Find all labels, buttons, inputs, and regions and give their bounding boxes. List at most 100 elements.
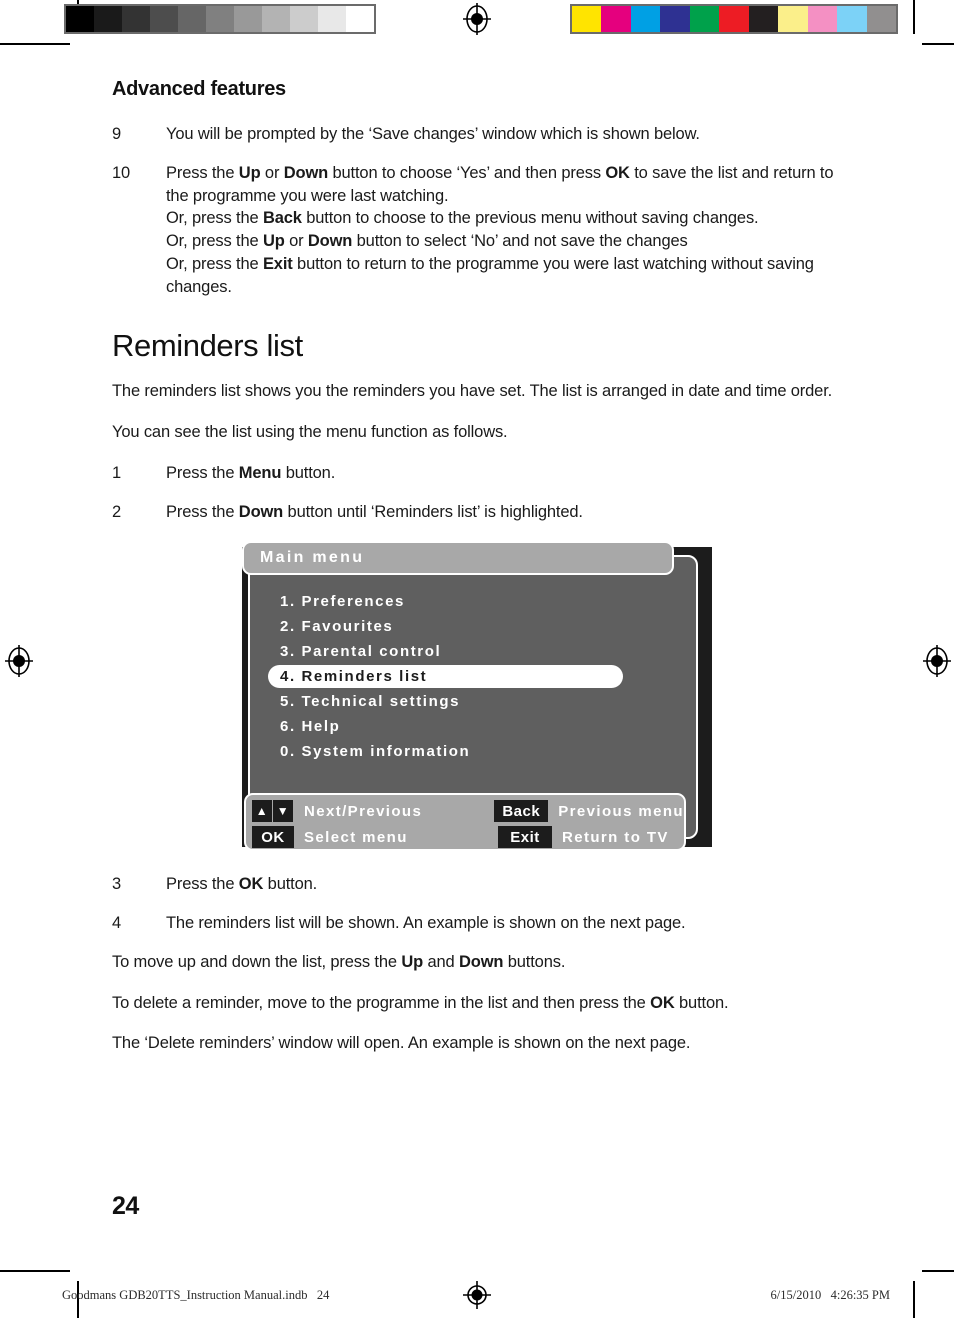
page-title: Reminders list bbox=[112, 328, 303, 364]
closing-paragraph: To move up and down the list, press the … bbox=[112, 951, 842, 974]
body-text: The ‘Delete reminders’ window will open.… bbox=[112, 1034, 691, 1053]
step-number: 4 bbox=[112, 914, 122, 933]
step-line: Press the Down button until ‘Reminders l… bbox=[166, 501, 842, 524]
numbered-step: 2 Press the Down button until ‘Reminders … bbox=[112, 501, 842, 524]
osd-menu-item[interactable]: 5. Technical settings bbox=[242, 689, 712, 714]
back-key-icon: Back bbox=[494, 800, 549, 823]
page-content: Advanced features 9 You will be prompted … bbox=[112, 78, 842, 1073]
how-to-paragraph: You can see the list using the menu func… bbox=[112, 423, 508, 442]
osd-title-label: Main menu bbox=[260, 549, 365, 567]
footer-file-info: Goodmans GDB20TTS_Instruction Manual.ind… bbox=[62, 1288, 330, 1302]
body-text: button to select ‘No’ and not save the c… bbox=[352, 232, 688, 251]
emphasised-key-name: Down bbox=[283, 163, 329, 182]
emphasised-key-name: OK bbox=[650, 993, 675, 1012]
exit-key-icon: Exit bbox=[498, 826, 552, 849]
osd-menu-item-label: 5. Technical settings bbox=[280, 693, 461, 711]
closing-paragraph: The ‘Delete reminders’ window will open.… bbox=[112, 1032, 842, 1055]
step-line: Or, press the Exit button to return to t… bbox=[166, 253, 842, 299]
emphasised-key-name: OK bbox=[605, 163, 630, 182]
osd-title-bar: Main menu bbox=[242, 541, 674, 576]
osd-menu-item-label: 1. Preferences bbox=[280, 593, 405, 611]
closing-paragraph: To delete a reminder, move to the progra… bbox=[112, 992, 842, 1015]
emphasised-key-name: Up bbox=[401, 952, 424, 971]
step-line: Press the Menu button. bbox=[166, 462, 842, 485]
tv-osd-screenshot: Main menu 1. Preferences 2. Favourites 3. … bbox=[242, 541, 712, 852]
steps-top-group: 9 You will be prompted by the ‘Save chang… bbox=[112, 123, 842, 298]
step-body: Press the Down button until ‘Reminders l… bbox=[166, 501, 842, 524]
numbered-step: 1 Press the Menu button. bbox=[112, 462, 842, 485]
manual-page: Advanced features 9 You will be prompted … bbox=[0, 0, 954, 1318]
footer-timestamp: 6/15/2010 4:26:35 PM bbox=[770, 1288, 890, 1302]
osd-help-label-return-to-tv: Return to TV bbox=[562, 828, 669, 846]
osd-menu-item-label: 4. Reminders list bbox=[280, 668, 428, 686]
body-text: button until ‘Reminders list’ is highlig… bbox=[283, 502, 583, 521]
osd-menu-item-label: 0. System information bbox=[280, 743, 471, 761]
step-number: 3 bbox=[112, 875, 122, 894]
body-text: Press the bbox=[166, 875, 239, 894]
emphasised-key-name: OK bbox=[238, 875, 264, 894]
osd-menu-item[interactable]: 1. Preferences bbox=[242, 589, 712, 614]
body-text: To move up and down the list, press the bbox=[112, 952, 402, 971]
page-number: 24 bbox=[112, 1192, 139, 1220]
step-line: The reminders list will be shown. An exa… bbox=[166, 912, 842, 935]
body-text: Press the bbox=[166, 502, 239, 521]
emphasised-key-name: Exit bbox=[262, 254, 293, 273]
emphasised-key-name: Back bbox=[262, 209, 302, 228]
osd-help-bar: ▲ ▼ Next/Previous Back Previous menu OK … bbox=[244, 793, 686, 852]
osd-menu-item-label: 3. Parental control bbox=[280, 643, 442, 661]
body-text: Or, press the bbox=[166, 232, 263, 251]
document-footer: Goodmans GDB20TTS_Instruction Manual.ind… bbox=[0, 1288, 954, 1310]
step-line: Or, press the Back button to choose to t… bbox=[166, 207, 842, 230]
step-body: Press the Menu button. bbox=[166, 462, 842, 485]
body-text: To delete a reminder, move to the progra… bbox=[112, 993, 651, 1012]
osd-help-back-group: Back Previous menu bbox=[494, 800, 684, 823]
intro-paragraph: The reminders list shows you the reminde… bbox=[112, 382, 833, 401]
ok-key-icon: OK bbox=[252, 826, 294, 849]
body-text: Press the bbox=[166, 463, 239, 482]
step-body: The reminders list will be shown. An exa… bbox=[166, 912, 842, 935]
osd-help-label-previous-menu: Previous menu bbox=[558, 802, 684, 820]
step-line: Or, press the Up or Down button to selec… bbox=[166, 230, 842, 253]
osd-help-row-1: ▲ ▼ Next/Previous Back Previous menu bbox=[252, 799, 684, 823]
body-text: Or, press the bbox=[166, 254, 263, 273]
step-line: You will be prompted by the ‘Save change… bbox=[166, 123, 842, 146]
emphasised-key-name: Down bbox=[307, 232, 353, 251]
numbered-step: 10 Press the Up or Down button to choose … bbox=[112, 162, 842, 299]
body-text: button. bbox=[281, 463, 336, 482]
osd-help-nav-group: ▲ ▼ Next/Previous bbox=[252, 800, 494, 823]
closing-paragraphs-group: To move up and down the list, press the … bbox=[112, 951, 842, 1055]
osd-menu-item[interactable]: 3. Parental control bbox=[242, 639, 712, 664]
section-title: Advanced features bbox=[112, 78, 286, 100]
body-text: button to choose to the previous menu wi… bbox=[301, 209, 759, 228]
up-arrow-icon: ▲ bbox=[252, 800, 272, 823]
osd-menu-item-selected[interactable]: 4. Reminders list bbox=[242, 664, 712, 689]
emphasised-key-name: Down bbox=[459, 952, 504, 971]
body-text: The reminders list will be shown. An exa… bbox=[166, 914, 686, 933]
body-text: and bbox=[423, 952, 459, 971]
step-number: 2 bbox=[112, 502, 122, 521]
body-text: or bbox=[260, 163, 284, 182]
numbered-step: 3 Press the OK button. bbox=[112, 873, 842, 896]
osd-help-ok-group: OK Select menu bbox=[252, 826, 498, 849]
step-body: Press the Up or Down button to choose ‘Y… bbox=[166, 162, 842, 299]
osd-help-row-2: OK Select menu Exit Return to TV bbox=[252, 825, 684, 849]
osd-menu-item[interactable]: 6. Help bbox=[242, 714, 712, 739]
emphasised-key-name: Menu bbox=[238, 463, 282, 482]
emphasised-key-name: Down bbox=[238, 502, 284, 521]
step-line: Press the Up or Down button to choose ‘Y… bbox=[166, 162, 842, 208]
osd-illustration-wrapper: Main menu 1. Preferences 2. Favourites 3. … bbox=[112, 541, 842, 852]
osd-help-label-select-menu: Select menu bbox=[304, 828, 408, 846]
step-body: Press the OK button. bbox=[166, 873, 842, 896]
steps-mid-group: 1 Press the Menu button. 2 Press the Down b… bbox=[112, 462, 842, 524]
osd-menu-item[interactable]: 2. Favourites bbox=[242, 614, 712, 639]
osd-menu-item[interactable]: 0. System information bbox=[242, 739, 712, 764]
osd-menu-list: 1. Preferences 2. Favourites 3. Parental c… bbox=[242, 589, 712, 764]
body-text: button to choose ‘Yes’ and then press bbox=[328, 163, 606, 182]
osd-help-label-next-previous: Next/Previous bbox=[304, 802, 423, 820]
step-body: You will be prompted by the ‘Save change… bbox=[166, 123, 842, 146]
body-text: button. bbox=[674, 993, 729, 1012]
steps-bottom-group: 3 Press the OK button. 4 The reminders list… bbox=[112, 873, 842, 935]
step-number: 10 bbox=[112, 163, 131, 182]
step-number: 9 bbox=[112, 125, 122, 143]
emphasised-key-name: Up bbox=[238, 163, 261, 182]
